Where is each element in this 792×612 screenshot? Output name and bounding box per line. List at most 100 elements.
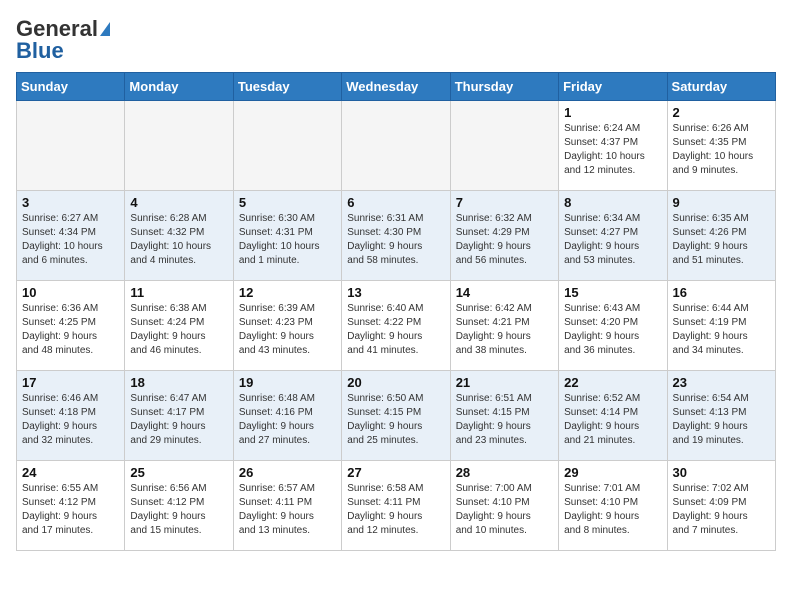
day-info: Sunrise: 6:50 AM Sunset: 4:15 PM Dayligh… — [347, 392, 445, 448]
calendar-cell: 23 Sunrise: 6:54 AM Sunset: 4:13 PM Dayli… — [667, 371, 775, 461]
calendar-cell: 7 Sunrise: 6:32 AM Sunset: 4:29 PM Daylig… — [450, 191, 558, 281]
calendar-cell: 3Sunrise: 6:27 AM Sunset: 4:34 PM Daylig… — [17, 191, 125, 281]
weekday-header: Sunday — [17, 73, 125, 101]
page-header: General Blue — [16, 16, 776, 64]
calendar-cell: 15 Sunrise: 6:43 AM Sunset: 4:20 PM Dayli… — [559, 281, 667, 371]
calendar-cell: 4 Sunrise: 6:28 AM Sunset: 4:32 PM Daylig… — [125, 191, 233, 281]
day-number: 5 — [239, 195, 337, 210]
weekday-header-row: SundayMondayTuesdayWednesdayThursdayFrid… — [17, 73, 776, 101]
day-number: 4 — [130, 195, 228, 210]
calendar-week-row: 1 Sunrise: 6:24 AM Sunset: 4:37 PM Daylig… — [17, 101, 776, 191]
calendar-cell: 29 Sunrise: 7:01 AM Sunset: 4:10 PM Dayli… — [559, 461, 667, 551]
day-number: 30 — [673, 465, 771, 480]
weekday-header: Monday — [125, 73, 233, 101]
day-info: Sunrise: 6:46 AM Sunset: 4:18 PM Dayligh… — [22, 392, 120, 448]
calendar-cell: 11Sunrise: 6:38 AM Sunset: 4:24 PM Dayli… — [125, 281, 233, 371]
calendar-cell — [233, 101, 341, 191]
day-info: Sunrise: 6:30 AM Sunset: 4:31 PM Dayligh… — [239, 212, 337, 268]
day-info: Sunrise: 6:55 AM Sunset: 4:12 PM Dayligh… — [22, 482, 120, 538]
calendar-week-row: 17Sunrise: 6:46 AM Sunset: 4:18 PM Dayli… — [17, 371, 776, 461]
calendar-cell: 13 Sunrise: 6:40 AM Sunset: 4:22 PM Dayli… — [342, 281, 450, 371]
day-number: 1 — [564, 105, 662, 120]
day-info: Sunrise: 6:44 AM Sunset: 4:19 PM Dayligh… — [673, 302, 771, 358]
day-info: Sunrise: 6:28 AM Sunset: 4:32 PM Dayligh… — [130, 212, 228, 268]
day-info: Sunrise: 6:34 AM Sunset: 4:27 PM Dayligh… — [564, 212, 662, 268]
weekday-header: Saturday — [667, 73, 775, 101]
calendar-cell: 14 Sunrise: 6:42 AM Sunset: 4:21 PM Dayli… — [450, 281, 558, 371]
day-number: 21 — [456, 375, 554, 390]
day-info: Sunrise: 6:56 AM Sunset: 4:12 PM Dayligh… — [130, 482, 228, 538]
day-number: 7 — [456, 195, 554, 210]
day-info: Sunrise: 6:48 AM Sunset: 4:16 PM Dayligh… — [239, 392, 337, 448]
calendar-cell: 21 Sunrise: 6:51 AM Sunset: 4:15 PM Dayli… — [450, 371, 558, 461]
day-number: 19 — [239, 375, 337, 390]
day-number: 13 — [347, 285, 445, 300]
day-number: 6 — [347, 195, 445, 210]
calendar-cell: 9Sunrise: 6:35 AM Sunset: 4:26 PM Daylig… — [667, 191, 775, 281]
day-number: 9 — [673, 195, 771, 210]
calendar-cell: 18 Sunrise: 6:47 AM Sunset: 4:17 PM Dayli… — [125, 371, 233, 461]
day-number: 16 — [673, 285, 771, 300]
day-info: Sunrise: 6:52 AM Sunset: 4:14 PM Dayligh… — [564, 392, 662, 448]
day-info: Sunrise: 6:26 AM Sunset: 4:35 PM Dayligh… — [673, 122, 771, 178]
calendar-week-row: 24 Sunrise: 6:55 AM Sunset: 4:12 PM Dayli… — [17, 461, 776, 551]
day-info: Sunrise: 6:24 AM Sunset: 4:37 PM Dayligh… — [564, 122, 662, 178]
day-number: 26 — [239, 465, 337, 480]
day-number: 20 — [347, 375, 445, 390]
day-number: 8 — [564, 195, 662, 210]
day-number: 29 — [564, 465, 662, 480]
day-number: 24 — [22, 465, 120, 480]
day-info: Sunrise: 6:58 AM Sunset: 4:11 PM Dayligh… — [347, 482, 445, 538]
day-info: Sunrise: 6:43 AM Sunset: 4:20 PM Dayligh… — [564, 302, 662, 358]
calendar-cell: 19 Sunrise: 6:48 AM Sunset: 4:16 PM Dayli… — [233, 371, 341, 461]
calendar-cell: 20 Sunrise: 6:50 AM Sunset: 4:15 PM Dayli… — [342, 371, 450, 461]
logo-blue-text: Blue — [16, 38, 64, 64]
calendar-cell: 17Sunrise: 6:46 AM Sunset: 4:18 PM Dayli… — [17, 371, 125, 461]
day-number: 15 — [564, 285, 662, 300]
calendar-cell: 12Sunrise: 6:39 AM Sunset: 4:23 PM Dayli… — [233, 281, 341, 371]
day-info: Sunrise: 6:51 AM Sunset: 4:15 PM Dayligh… — [456, 392, 554, 448]
day-number: 18 — [130, 375, 228, 390]
day-info: Sunrise: 6:36 AM Sunset: 4:25 PM Dayligh… — [22, 302, 120, 358]
day-info: Sunrise: 6:32 AM Sunset: 4:29 PM Dayligh… — [456, 212, 554, 268]
weekday-header: Wednesday — [342, 73, 450, 101]
day-number: 10 — [22, 285, 120, 300]
day-number: 22 — [564, 375, 662, 390]
logo: General Blue — [16, 16, 110, 64]
calendar-cell: 10 Sunrise: 6:36 AM Sunset: 4:25 PM Dayli… — [17, 281, 125, 371]
day-number: 28 — [456, 465, 554, 480]
day-info: Sunrise: 6:31 AM Sunset: 4:30 PM Dayligh… — [347, 212, 445, 268]
calendar-cell — [342, 101, 450, 191]
calendar-table: SundayMondayTuesdayWednesdayThursdayFrid… — [16, 72, 776, 551]
weekday-header: Tuesday — [233, 73, 341, 101]
calendar-cell: 27 Sunrise: 6:58 AM Sunset: 4:11 PM Dayli… — [342, 461, 450, 551]
day-info: Sunrise: 6:42 AM Sunset: 4:21 PM Dayligh… — [456, 302, 554, 358]
weekday-header: Friday — [559, 73, 667, 101]
calendar-week-row: 10 Sunrise: 6:36 AM Sunset: 4:25 PM Dayli… — [17, 281, 776, 371]
calendar-cell: 8 Sunrise: 6:34 AM Sunset: 4:27 PM Daylig… — [559, 191, 667, 281]
day-info: Sunrise: 6:47 AM Sunset: 4:17 PM Dayligh… — [130, 392, 228, 448]
calendar-cell: 5 Sunrise: 6:30 AM Sunset: 4:31 PM Daylig… — [233, 191, 341, 281]
day-info: Sunrise: 6:40 AM Sunset: 4:22 PM Dayligh… — [347, 302, 445, 358]
day-number: 23 — [673, 375, 771, 390]
calendar-cell — [125, 101, 233, 191]
day-info: Sunrise: 7:02 AM Sunset: 4:09 PM Dayligh… — [673, 482, 771, 538]
day-number: 27 — [347, 465, 445, 480]
day-info: Sunrise: 6:27 AM Sunset: 4:34 PM Dayligh… — [22, 212, 120, 268]
day-info: Sunrise: 6:39 AM Sunset: 4:23 PM Dayligh… — [239, 302, 337, 358]
calendar-cell: 25 Sunrise: 6:56 AM Sunset: 4:12 PM Dayli… — [125, 461, 233, 551]
calendar-cell: 26Sunrise: 6:57 AM Sunset: 4:11 PM Dayli… — [233, 461, 341, 551]
day-number: 25 — [130, 465, 228, 480]
day-number: 2 — [673, 105, 771, 120]
day-info: Sunrise: 7:01 AM Sunset: 4:10 PM Dayligh… — [564, 482, 662, 538]
calendar-cell: 6 Sunrise: 6:31 AM Sunset: 4:30 PM Daylig… — [342, 191, 450, 281]
day-number: 11 — [130, 285, 228, 300]
calendar-cell: 24 Sunrise: 6:55 AM Sunset: 4:12 PM Dayli… — [17, 461, 125, 551]
day-info: Sunrise: 6:54 AM Sunset: 4:13 PM Dayligh… — [673, 392, 771, 448]
calendar-cell: 30 Sunrise: 7:02 AM Sunset: 4:09 PM Dayli… — [667, 461, 775, 551]
weekday-header: Thursday — [450, 73, 558, 101]
day-number: 14 — [456, 285, 554, 300]
logo-triangle-icon — [100, 22, 110, 36]
calendar-cell — [450, 101, 558, 191]
calendar-week-row: 3Sunrise: 6:27 AM Sunset: 4:34 PM Daylig… — [17, 191, 776, 281]
